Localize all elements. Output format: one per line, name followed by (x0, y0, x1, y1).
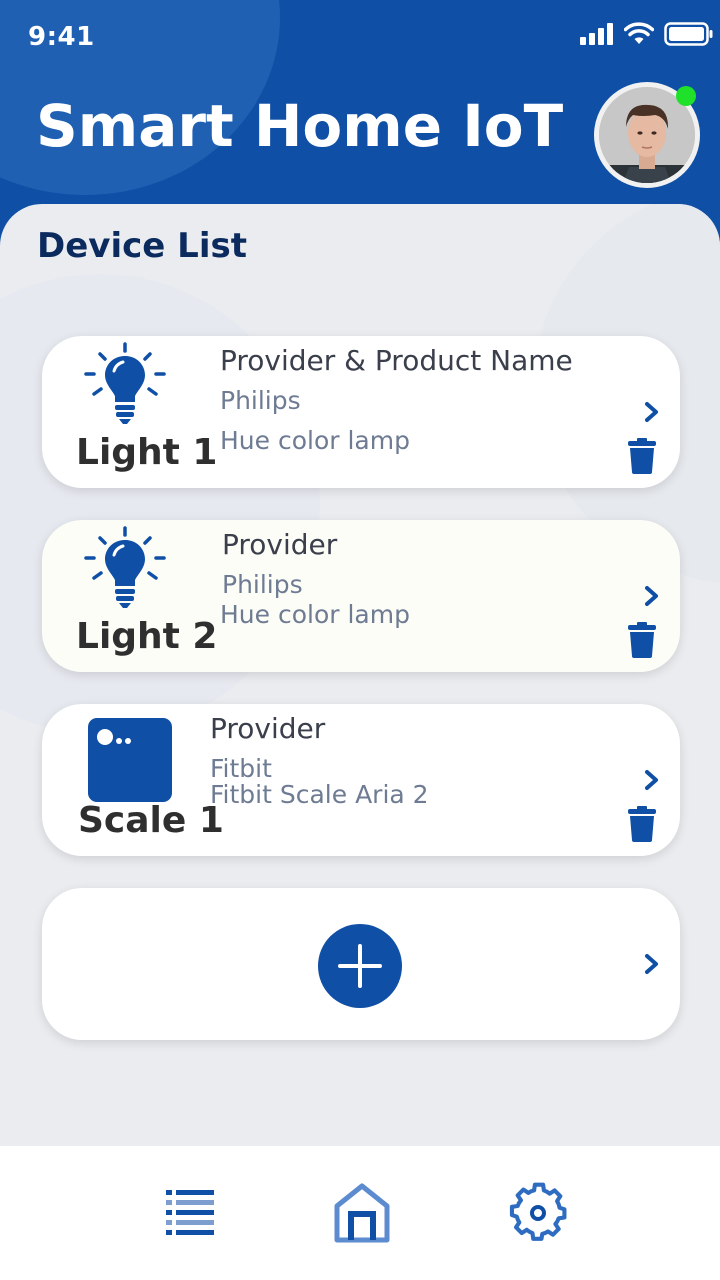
chevron-right-icon[interactable] (642, 582, 662, 610)
device-heading: Provider (222, 528, 338, 561)
device-heading: Provider (210, 712, 326, 745)
device-name: Light 1 (76, 432, 218, 473)
signal-icon (580, 23, 613, 45)
trash-icon[interactable] (628, 438, 656, 474)
device-provider: Fitbit (210, 754, 272, 783)
device-card-light-1[interactable]: Light 1 Provider & Product Name Philips … (42, 336, 680, 488)
avatar-container[interactable] (594, 82, 700, 188)
device-provider: Philips (220, 386, 301, 415)
chevron-right-icon[interactable] (642, 950, 662, 978)
device-provider: Philips (222, 570, 303, 599)
device-name: Light 2 (76, 616, 218, 657)
status-icons (580, 22, 714, 46)
bulb-icon (84, 526, 166, 608)
plus-icon (338, 944, 382, 988)
trash-icon[interactable] (628, 806, 656, 842)
settings-icon[interactable] (508, 1182, 568, 1244)
app-title: Smart Home IoT (36, 92, 564, 160)
chevron-right-icon[interactable] (642, 398, 662, 426)
scale-icon (88, 718, 172, 802)
home-icon[interactable] (332, 1182, 392, 1244)
device-heading: Provider & Product Name (220, 344, 573, 377)
status-time: 9:41 (28, 22, 95, 52)
device-card-light-2[interactable]: Light 2 Provider Philips Hue color lamp (42, 520, 680, 672)
bottom-navigation (0, 1146, 720, 1280)
device-product: Hue color lamp (220, 600, 410, 629)
trash-icon[interactable] (628, 622, 656, 658)
device-card-scale-1[interactable]: Scale 1 Provider Fitbit Fitbit Scale Ari… (42, 704, 680, 856)
add-device-card[interactable] (42, 888, 680, 1040)
wifi-icon (624, 22, 654, 44)
list-icon[interactable] (160, 1182, 220, 1244)
device-product: Fitbit Scale Aria 2 (210, 780, 429, 809)
online-status-dot (676, 86, 696, 106)
battery-icon (664, 22, 713, 46)
device-product: Hue color lamp (220, 426, 410, 455)
add-device-button[interactable] (318, 924, 402, 1008)
chevron-right-icon[interactable] (642, 766, 662, 794)
section-title: Device List (37, 226, 247, 266)
bulb-icon (84, 342, 166, 424)
device-name: Scale 1 (78, 800, 224, 841)
status-bar: 9:41 (0, 0, 720, 76)
